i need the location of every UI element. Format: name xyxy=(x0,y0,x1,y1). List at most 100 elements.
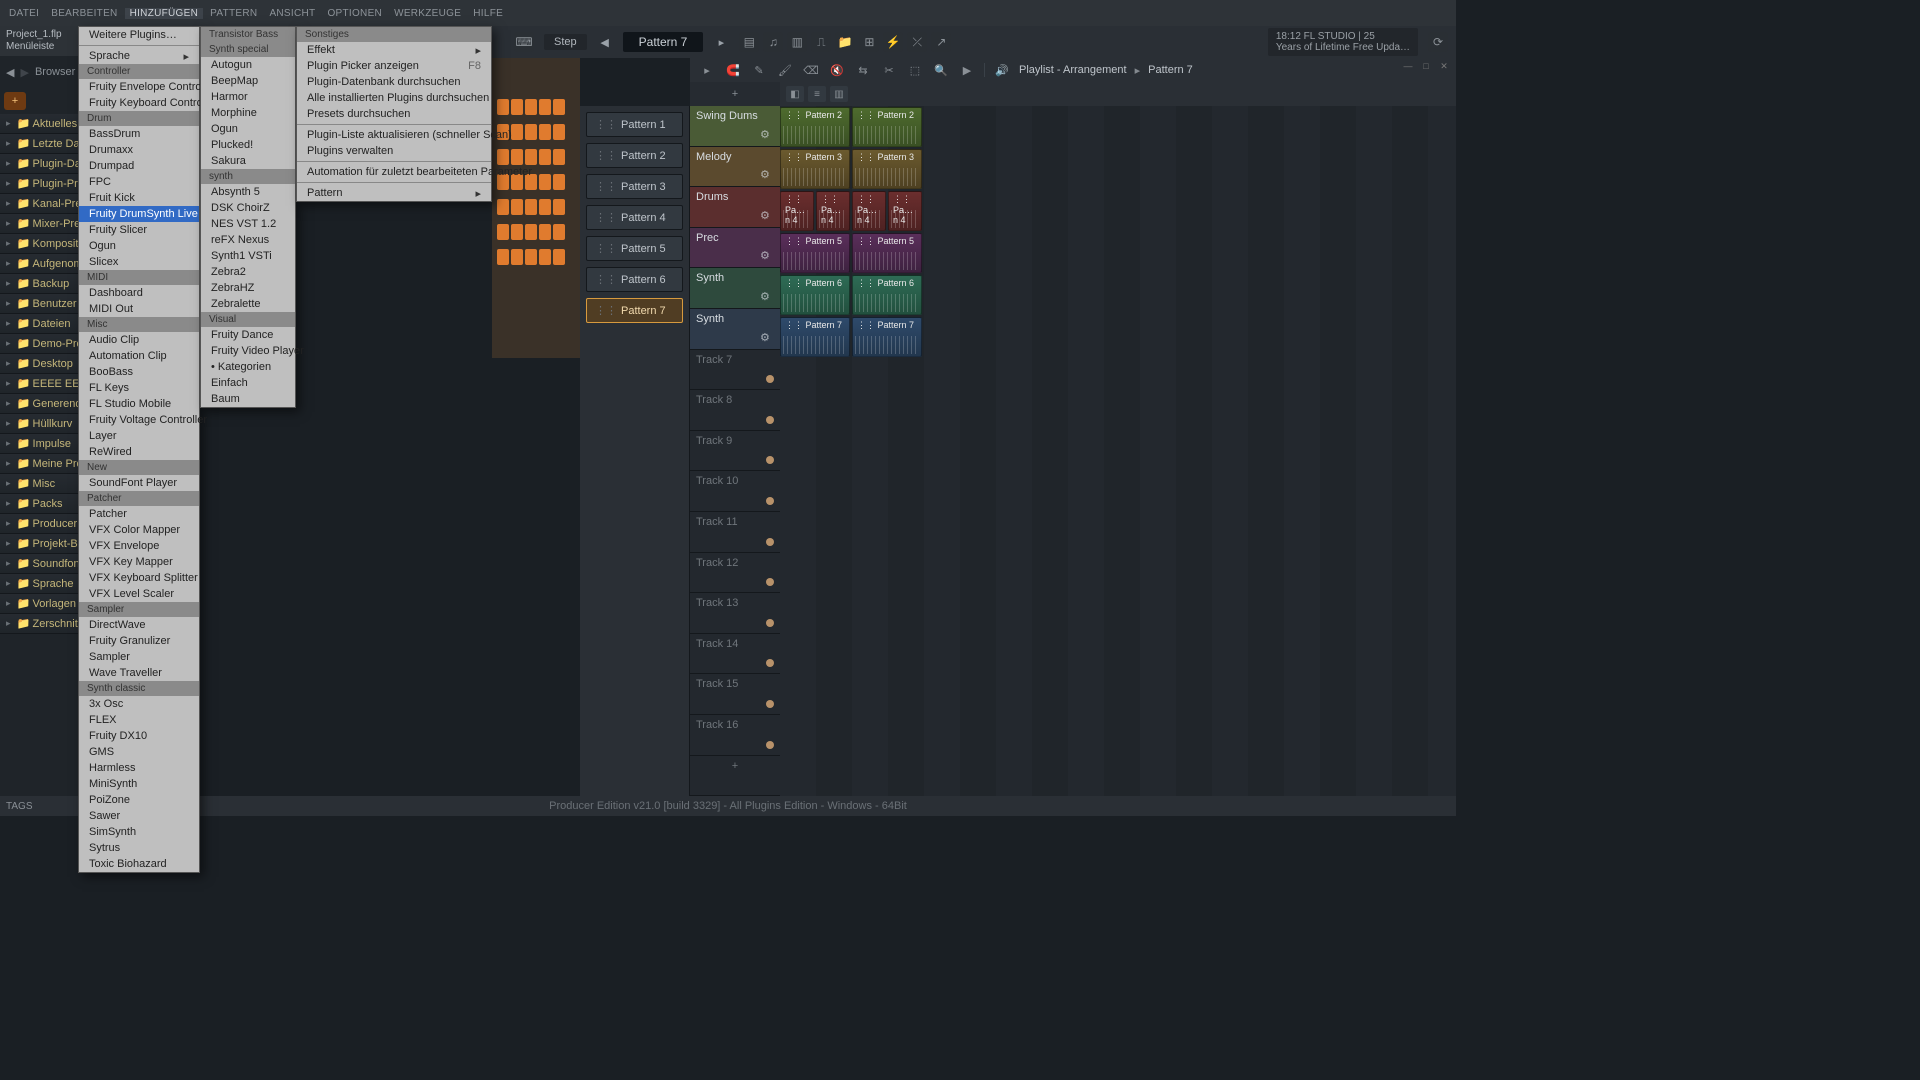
menu-bearbeiten[interactable]: BEARBEITEN xyxy=(46,8,122,19)
step-mode-chip[interactable]: Step xyxy=(544,34,587,50)
menu-item[interactable]: Autogun xyxy=(201,57,295,73)
menu-item[interactable]: Alle installierten Plugins durchsuchen xyxy=(297,90,491,106)
browser-item[interactable]: ▸📁Desktop xyxy=(0,354,78,374)
playlist-grid[interactable]: 123456789101112131415161718 ⋮⋮ Pattern 2… xyxy=(780,82,1456,796)
menu-item[interactable]: ZebraHZ xyxy=(201,280,295,296)
menu-item[interactable]: Harmless xyxy=(79,760,199,776)
step-row[interactable] xyxy=(496,98,576,119)
track-header[interactable]: Synth⚙ xyxy=(690,268,780,309)
menu-item[interactable]: BooBass xyxy=(79,364,199,380)
browser-item[interactable]: ▸📁Backup xyxy=(0,274,78,294)
menu-item[interactable]: Layer xyxy=(79,428,199,444)
browser-item[interactable]: ▸📁Impulse xyxy=(0,434,78,454)
piano-roll-toggle-icon[interactable]: ♫ xyxy=(763,32,783,52)
track-header[interactable]: Track 13 xyxy=(690,593,780,634)
tags-label[interactable]: TAGS xyxy=(6,801,32,812)
browser-item[interactable]: ▸📁Mixer-Pre xyxy=(0,214,78,234)
back-icon[interactable]: ◀ xyxy=(6,66,14,79)
playlist-clip[interactable]: ⋮⋮ Pattern 5 xyxy=(852,233,922,273)
browser-item[interactable]: ▸📁Packs xyxy=(0,494,78,514)
browser-item[interactable]: ▸📁Projekt-B xyxy=(0,534,78,554)
menu-item[interactable]: Zebra2 xyxy=(201,264,295,280)
playlist-clip[interactable]: ⋮⋮ Pa…n 4 xyxy=(852,191,886,231)
step-row[interactable] xyxy=(496,223,576,244)
menu-pattern[interactable]: PATTERN xyxy=(205,8,262,19)
browser-item[interactable]: ▸📁Demo-Pro xyxy=(0,334,78,354)
step-row[interactable] xyxy=(496,198,576,219)
pl-erase-icon[interactable]: ⌫ xyxy=(802,61,820,79)
menu-item[interactable]: Synth1 VSTi xyxy=(201,248,295,264)
menu-item[interactable]: Zebralette xyxy=(201,296,295,312)
menu-optionen[interactable]: OPTIONEN xyxy=(322,8,387,19)
menu-item[interactable]: Fruit Kick xyxy=(79,190,199,206)
menu-item[interactable]: Ogun xyxy=(201,121,295,137)
track-header[interactable]: Track 11 xyxy=(690,512,780,553)
menu-item[interactable]: FL Studio Mobile xyxy=(79,396,199,412)
menu-item[interactable]: Drumaxx xyxy=(79,142,199,158)
menu-item[interactable]: ReWired xyxy=(79,444,199,460)
pl-magnet-icon[interactable]: 🧲 xyxy=(724,61,742,79)
pl-speaker-icon[interactable]: 🔊 xyxy=(993,61,1011,79)
news-refresh-icon[interactable]: ⟳ xyxy=(1428,32,1448,52)
step-row[interactable] xyxy=(496,248,576,269)
menu-item[interactable]: NES VST 1.2 xyxy=(201,216,295,232)
browser-item[interactable]: ▸📁EEEE EEEE xyxy=(0,374,78,394)
track-header[interactable]: Track 9 xyxy=(690,431,780,472)
menu-item[interactable]: Fruity Granulizer xyxy=(79,633,199,649)
menu-item[interactable]: VFX Color Mapper xyxy=(79,522,199,538)
track-header[interactable]: Track 12 xyxy=(690,553,780,594)
menu-item[interactable]: Toxic Biohazard xyxy=(79,856,199,872)
menu-item[interactable]: Plucked! xyxy=(201,137,295,153)
track-header[interactable]: Track 8 xyxy=(690,390,780,431)
menu-item[interactable]: SoundFont Player xyxy=(79,475,199,491)
menu-item[interactable]: Fruity Slicer xyxy=(79,222,199,238)
playlist-clip[interactable]: ⋮⋮ Pa…n 4 xyxy=(816,191,850,231)
browser-item[interactable]: ▸📁Meine Pro xyxy=(0,454,78,474)
menu-item[interactable]: MIDI Out xyxy=(79,301,199,317)
browser-item[interactable]: ▸📁Zerschnit xyxy=(0,614,78,634)
menu-item[interactable]: Fruity Dance xyxy=(201,327,295,343)
menu-item[interactable]: BeepMap xyxy=(201,73,295,89)
browser-item[interactable]: ▸📁Aktuelles xyxy=(0,114,78,134)
track-header[interactable]: Track 10 xyxy=(690,471,780,512)
browser-item[interactable]: ▸📁Letzte Da xyxy=(0,134,78,154)
browser-item[interactable]: ▸📁Aufgenom xyxy=(0,254,78,274)
menu-item[interactable]: MiniSynth xyxy=(79,776,199,792)
menu-hinzufuegen[interactable]: HINZUFÜGEN xyxy=(125,8,204,19)
menu-item[interactable]: Sawer xyxy=(79,808,199,824)
playlist-clip[interactable]: ⋮⋮ Pa…n 4 xyxy=(888,191,922,231)
menu-item[interactable]: Sprache xyxy=(79,48,199,64)
menu-item[interactable]: GMS xyxy=(79,744,199,760)
track-header[interactable]: Melody⚙ xyxy=(690,147,780,188)
menu-item[interactable]: Fruity DrumSynth Live xyxy=(79,206,199,222)
menu-item[interactable]: FLEX xyxy=(79,712,199,728)
menu-item[interactable]: Fruity Envelope Controller xyxy=(79,79,199,95)
playlist-clip[interactable]: ⋮⋮ Pattern 6 xyxy=(852,275,922,315)
close-all-icon[interactable]: ⤫ xyxy=(907,32,927,52)
pattern-item[interactable]: ⋮⋮Pattern 4 xyxy=(586,205,683,230)
playlist-clip[interactable]: ⋮⋮ Pattern 7 xyxy=(852,317,922,357)
pl-slice-icon[interactable]: ✂ xyxy=(880,61,898,79)
pl-tool-c-icon[interactable]: ▥ xyxy=(830,86,848,102)
fwd-icon[interactable]: ▶ xyxy=(20,66,28,79)
playlist-clip[interactable]: ⋮⋮ Pa…n 4 xyxy=(780,191,814,231)
browser-item[interactable]: ▸📁Generend xyxy=(0,394,78,414)
menu-item[interactable]: SimSynth xyxy=(79,824,199,840)
pattern-item[interactable]: ⋮⋮Pattern 6 xyxy=(586,267,683,292)
playlist-clip[interactable]: ⋮⋮ Pattern 5 xyxy=(780,233,850,273)
browser-toggle-icon[interactable]: 📁 xyxy=(835,32,855,52)
playlist-clip[interactable]: ⋮⋮ Pattern 3 xyxy=(852,149,922,189)
menu-item[interactable]: Effekt xyxy=(297,42,491,58)
pl-pencil-icon[interactable]: ✎ xyxy=(750,61,768,79)
menu-item[interactable]: Sakura xyxy=(201,153,295,169)
browser-item[interactable]: ▸📁Sprache xyxy=(0,574,78,594)
playlist-toggle-icon[interactable]: ▤ xyxy=(739,32,759,52)
menu-item[interactable]: VFX Keyboard Splitter xyxy=(79,570,199,586)
pl-tool-b-icon[interactable]: ≡ xyxy=(808,86,826,102)
pl-menu-icon[interactable]: ▸ xyxy=(698,61,716,79)
menu-item[interactable]: 3x Osc xyxy=(79,696,199,712)
add-track-button[interactable]: + xyxy=(690,82,780,106)
add-track-bottom[interactable]: + xyxy=(690,756,780,797)
track-header[interactable]: Drums⚙ xyxy=(690,187,780,228)
menu-item[interactable]: Sampler xyxy=(79,649,199,665)
